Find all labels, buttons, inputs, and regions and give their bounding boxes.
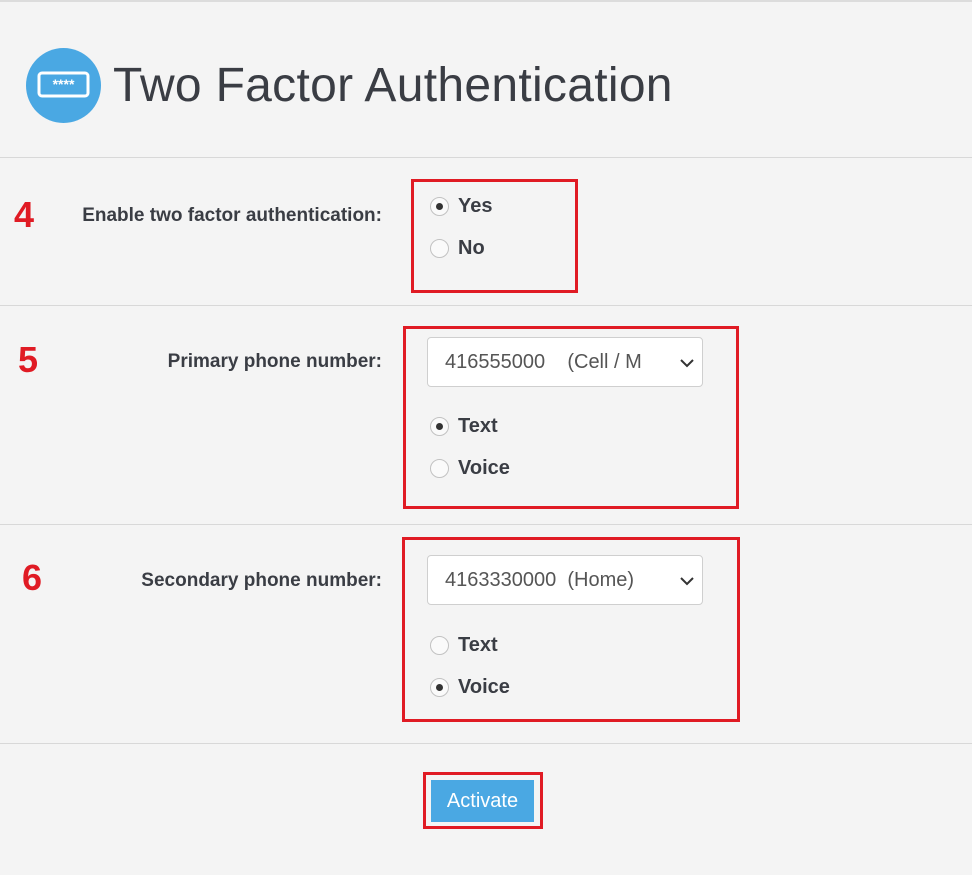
password-field-icon: **** <box>26 48 101 123</box>
primary-text-option[interactable]: Text <box>430 414 498 438</box>
activate-button[interactable]: Activate <box>431 780 534 822</box>
page-header: **** Two Factor Authentication <box>0 2 972 158</box>
secondary-phone-value: 4163330000 (Home) <box>445 569 635 591</box>
step-number-4: 4 <box>14 194 35 235</box>
page-title: Two Factor Authentication <box>113 59 673 112</box>
two-factor-page: **** Two Factor Authentication 4 Enable … <box>0 0 972 874</box>
primary-text-radio[interactable] <box>430 416 449 436</box>
primary-phone-label: Primary phone number: <box>167 351 382 372</box>
secondary-text-label: Text <box>458 633 498 656</box>
step-number-6: 6 <box>22 557 43 598</box>
primary-text-label: Text <box>458 414 498 437</box>
enable-2fa-section: 4 Enable two factor authentication: Yes … <box>0 158 972 306</box>
primary-voice-radio[interactable] <box>430 458 449 478</box>
secondary-text-radio[interactable] <box>430 635 449 655</box>
secondary-voice-radio[interactable] <box>430 677 449 697</box>
enable-yes-radio[interactable] <box>430 196 449 216</box>
enable-yes-option[interactable]: Yes <box>430 194 492 218</box>
actions-section: Activate <box>0 744 972 875</box>
primary-voice-option[interactable]: Voice <box>430 456 510 480</box>
secondary-phone-label: Secondary phone number: <box>141 570 382 591</box>
primary-phone-value: 416555000 (Cell / M <box>445 351 642 373</box>
secondary-voice-option[interactable]: Voice <box>430 675 510 699</box>
step-number-5: 5 <box>18 339 39 380</box>
enable-yes-label: Yes <box>458 194 493 217</box>
chevron-down-icon <box>676 353 698 373</box>
secondary-phone-section: 6 Secondary phone number: 4163330000 (Ho… <box>0 525 972 744</box>
enable-2fa-label: Enable two factor authentication: <box>82 205 382 226</box>
secondary-voice-label: Voice <box>458 675 510 698</box>
primary-phone-select[interactable]: 416555000 (Cell / M <box>427 337 703 387</box>
primary-voice-label: Voice <box>458 456 510 479</box>
enable-no-option[interactable]: No <box>430 236 485 260</box>
secondary-text-option[interactable]: Text <box>430 633 498 657</box>
enable-no-label: No <box>458 236 485 259</box>
chevron-down-icon <box>676 571 698 591</box>
primary-phone-section: 5 Primary phone number: 416555000 (Cell … <box>0 306 972 525</box>
secondary-phone-select[interactable]: 4163330000 (Home) <box>427 555 703 605</box>
svg-text:****: **** <box>53 76 75 92</box>
enable-no-radio[interactable] <box>430 238 449 258</box>
